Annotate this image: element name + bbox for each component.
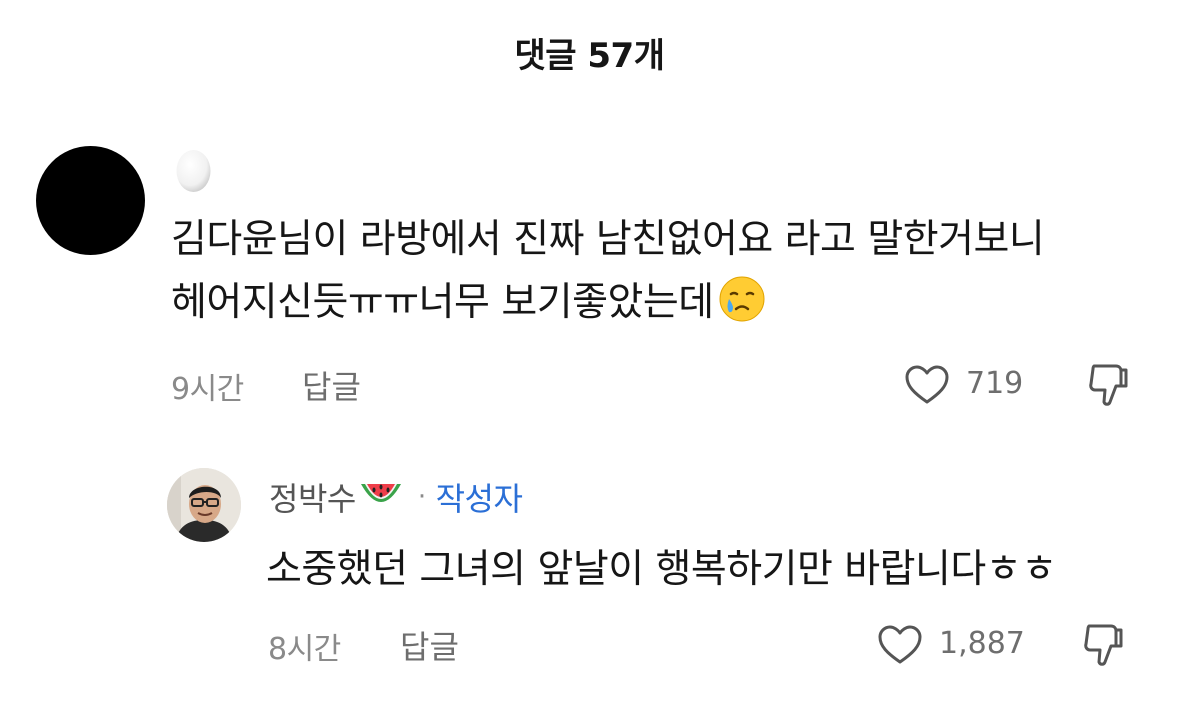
reply-body: 소중했던 그녀의 앞날이 행복하기만 바랍니다ㅎㅎ [266, 547, 1057, 592]
reply-username[interactable]: 정박수 [269, 474, 356, 520]
watermelon-icon [360, 484, 401, 502]
heart-icon[interactable] [904, 364, 950, 406]
reply-reply-button[interactable]: 답글 [400, 622, 459, 668]
crying-face-emoji [719, 276, 765, 322]
comments-header-title: 댓글 57개 [514, 36, 666, 76]
reply-like-count: 1,887 [939, 626, 1025, 661]
dislike-icon[interactable] [1086, 362, 1130, 408]
reply-author-avatar[interactable] [167, 468, 241, 542]
dislike-icon[interactable] [1081, 622, 1125, 668]
heart-icon[interactable] [877, 624, 923, 666]
comment-text-line1: 김다윤님이 라방에서 진짜 남친없어요 라고 말한거보니 [171, 217, 1045, 262]
comment-text-line2: 헤어지신듯ㅠㅠ너무 보기좋았는데 [171, 280, 714, 325]
egg-icon[interactable] [175, 147, 212, 193]
reply-timestamp: 8시간 [268, 632, 341, 667]
author-badge: 작성자 [435, 480, 523, 518]
reply-button[interactable]: 답글 [302, 362, 361, 408]
comment-text-line2-wrap: 헤어지신듯ㅠㅠ너무 보기좋았는데 [171, 271, 1044, 334]
comment-body: 김다윤님이 라방에서 진짜 남친없어요 라고 말한거보니 헤어지신듯ㅠㅠ너무 보… [171, 208, 1045, 334]
person-photo-icon [167, 468, 241, 542]
commenter-avatar[interactable] [36, 146, 145, 255]
username-separator: · [417, 482, 426, 512]
like-count: 719 [966, 366, 1024, 401]
comment-timestamp: 9시간 [171, 372, 244, 407]
reply-username-row: 정박수 · 작성자 [269, 474, 523, 520]
